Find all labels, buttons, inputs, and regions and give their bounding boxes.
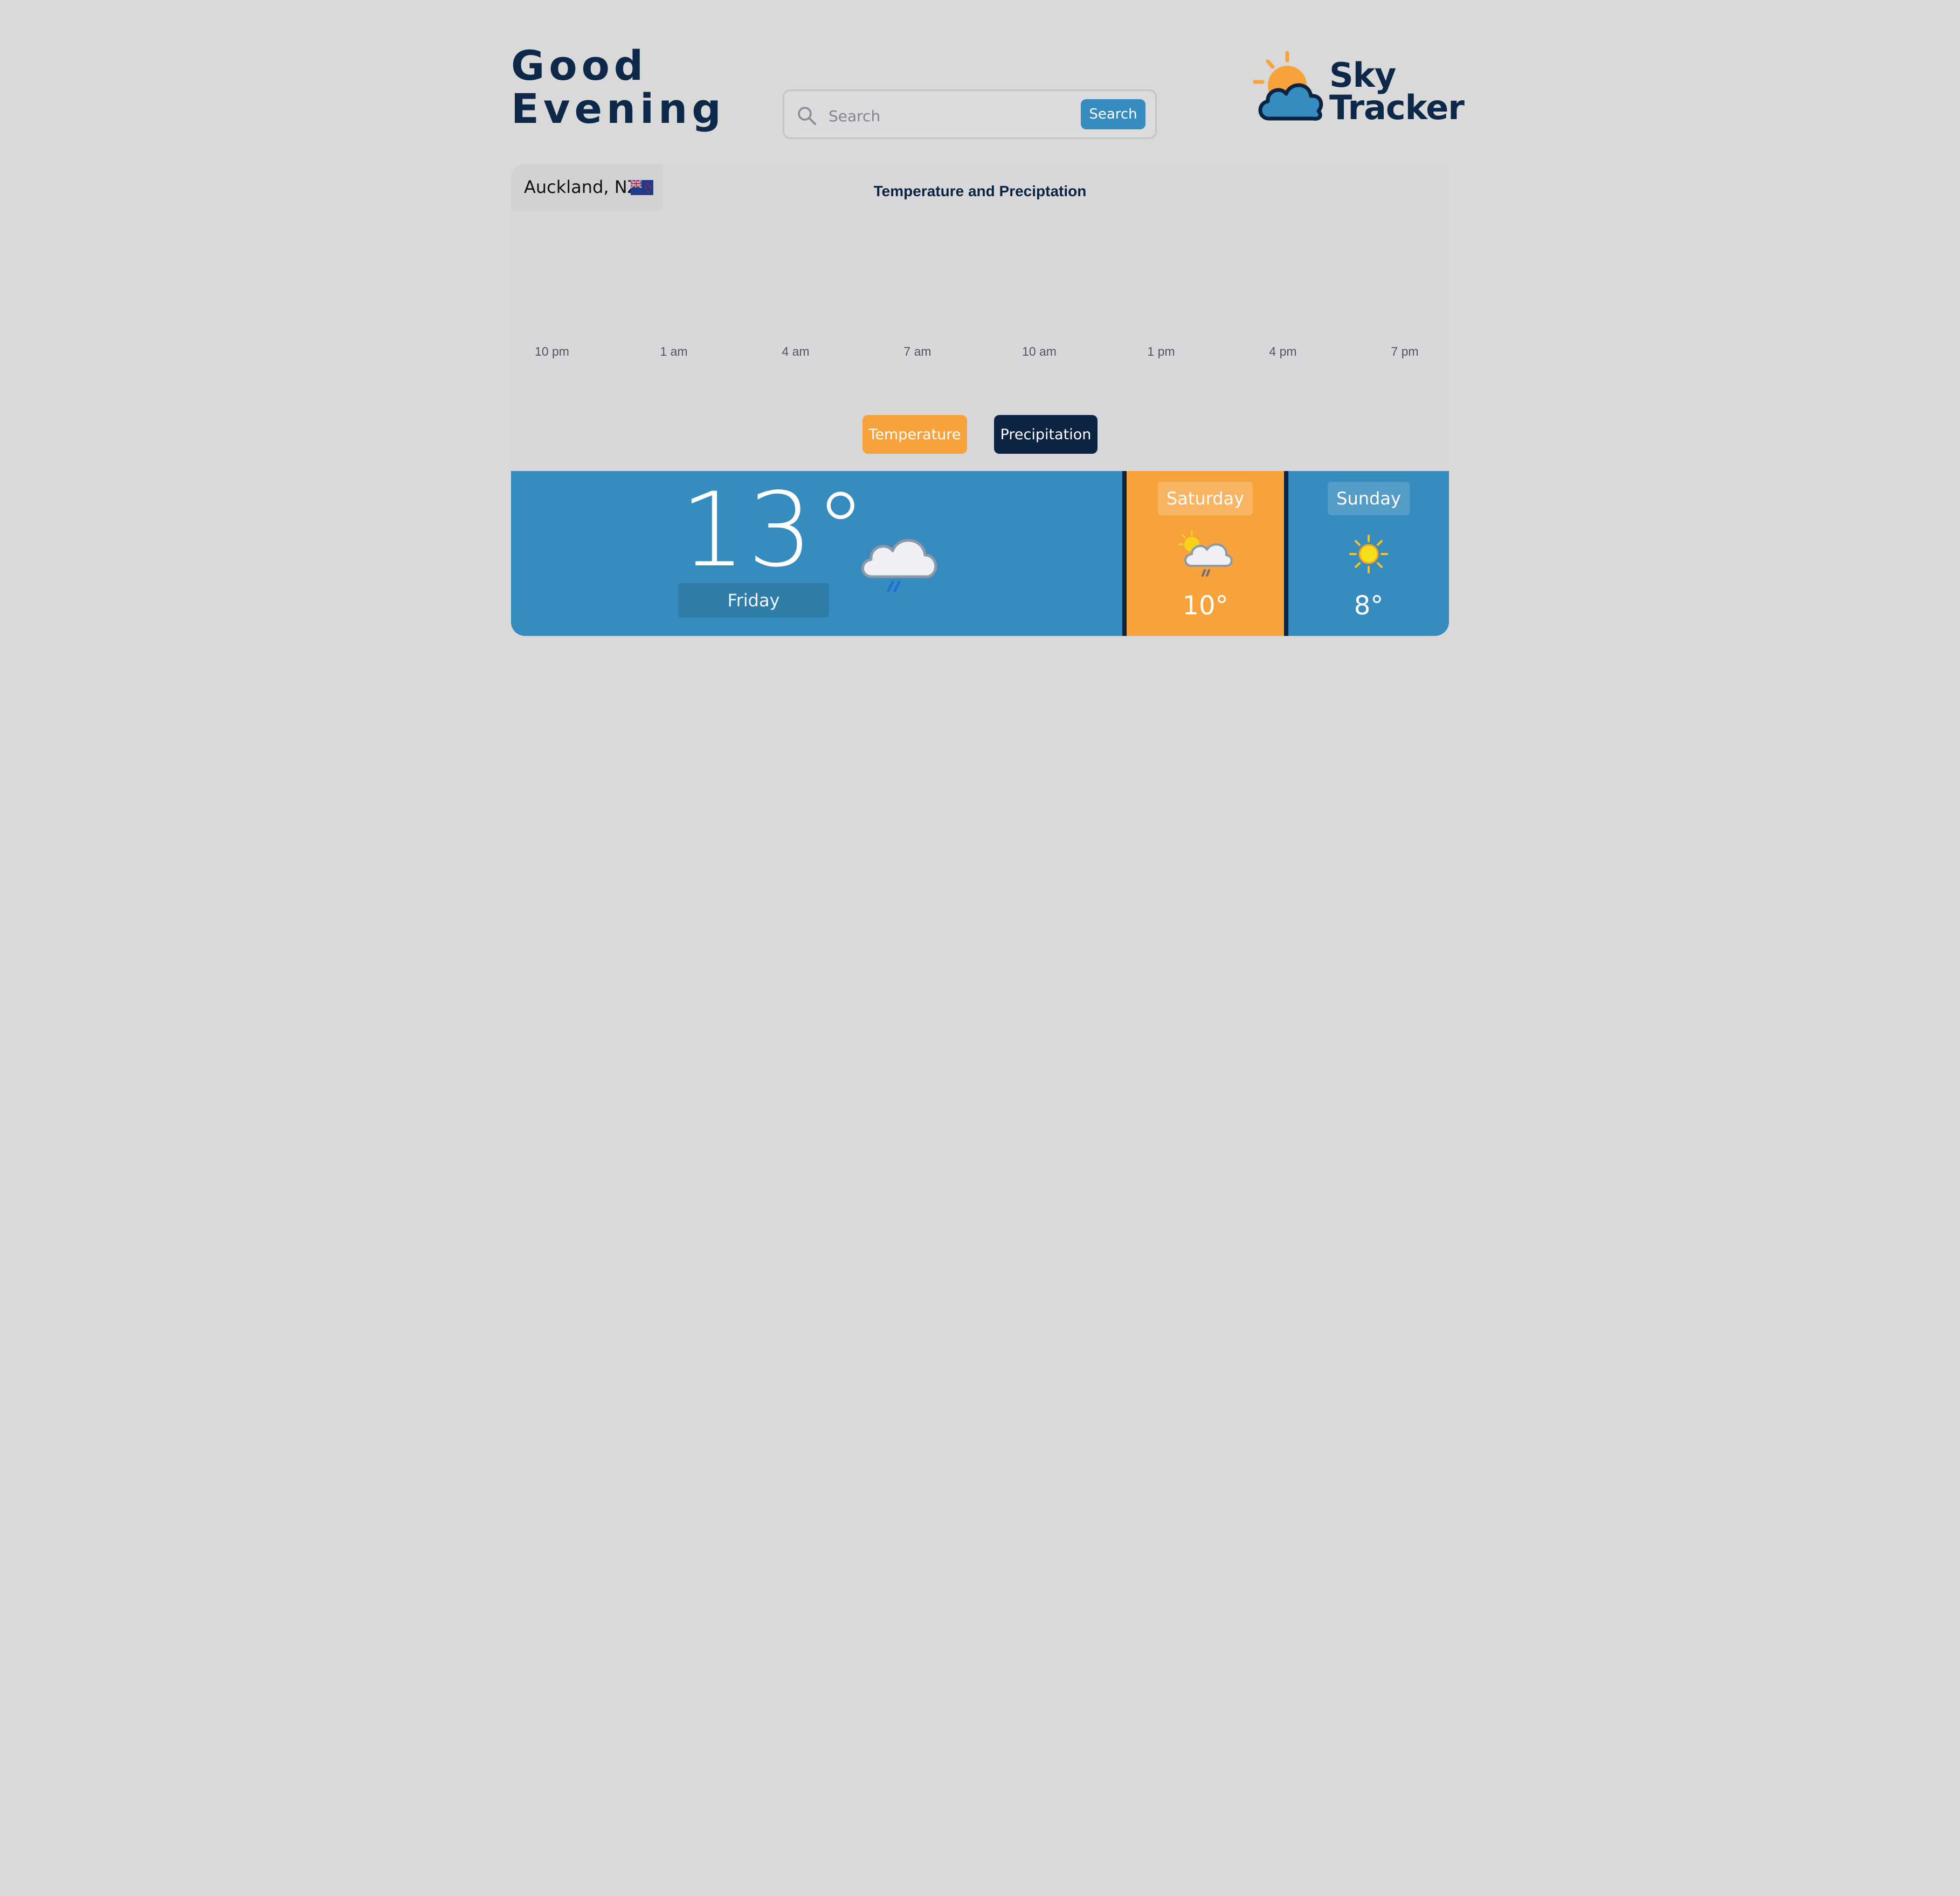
- x-axis-tick-label: 1 am: [660, 344, 687, 358]
- search-input[interactable]: [827, 102, 1045, 130]
- chart-ticks-layer: 10 pm 1 am 4 am 7 am 10 am 1 pm 4 pm 7 pm: [535, 344, 1419, 358]
- chart-panel: Temperature and Preciptation 12131313131…: [511, 164, 1449, 471]
- forecast-day-label: Sunday: [1328, 482, 1410, 515]
- forecast-day-temperature: 8°: [1354, 591, 1384, 621]
- sun-behind-rain-cloud-icon: [1178, 530, 1233, 577]
- logo-line-2: Tracker: [1329, 88, 1465, 127]
- weather-card: Temperature and Preciptation 12131313131…: [511, 164, 1449, 636]
- chart-title: Temperature and Preciptation: [874, 183, 1087, 199]
- new-zealand-flag-icon: [631, 180, 653, 195]
- forecast-day-label: Saturday: [1157, 482, 1253, 515]
- sun-cloud-logo-icon: [1253, 51, 1323, 121]
- search-bar: Search: [783, 89, 1157, 139]
- weather-app: Good Evening Search Sky Tracker Tem: [0, 0, 1960, 1896]
- x-axis-tick-label: 10 pm: [535, 344, 569, 358]
- x-axis-tick-label: 4 pm: [1269, 344, 1296, 358]
- x-axis-tick-label: 10 am: [1022, 344, 1057, 358]
- forecast-day-saturday: Saturday 10°: [1127, 471, 1284, 636]
- greeting-line-1: Good: [511, 41, 648, 89]
- sun-icon: [1349, 535, 1388, 573]
- search-icon: [798, 107, 816, 125]
- today-panel: 13° Friday: [511, 471, 1122, 636]
- logo-text: Sky Tracker: [1329, 56, 1465, 127]
- forecast-divider: [1122, 471, 1127, 636]
- search-button[interactable]: Search: [1081, 99, 1145, 129]
- x-axis-tick-label: 1 pm: [1147, 344, 1175, 358]
- precipitation-toggle-button[interactable]: Precipitation: [994, 415, 1098, 454]
- x-axis-tick-label: 7 pm: [1391, 344, 1418, 358]
- today-day-label: Friday: [678, 583, 829, 618]
- location-badge: Auckland, NZ: [511, 164, 663, 211]
- forecast-day-temperature: 10°: [1182, 591, 1229, 621]
- greeting: Good Evening: [511, 44, 726, 130]
- greeting-line-2: Evening: [511, 85, 726, 133]
- x-axis-tick-label: 4 am: [782, 344, 809, 358]
- logo-line-1: Sky: [1329, 56, 1396, 95]
- location-label: Auckland, NZ: [524, 177, 639, 197]
- sky-tracker-logo: Sky Tracker: [1253, 50, 1465, 130]
- x-axis-tick-label: 7 am: [903, 344, 931, 358]
- forecast-divider: [1284, 471, 1288, 636]
- temperature-toggle-button[interactable]: Temperature: [862, 415, 967, 454]
- today-temperature: 13°: [680, 470, 868, 590]
- rain-cloud-icon: [861, 539, 937, 592]
- forecast-day-sunday: Sunday 8°: [1288, 471, 1449, 636]
